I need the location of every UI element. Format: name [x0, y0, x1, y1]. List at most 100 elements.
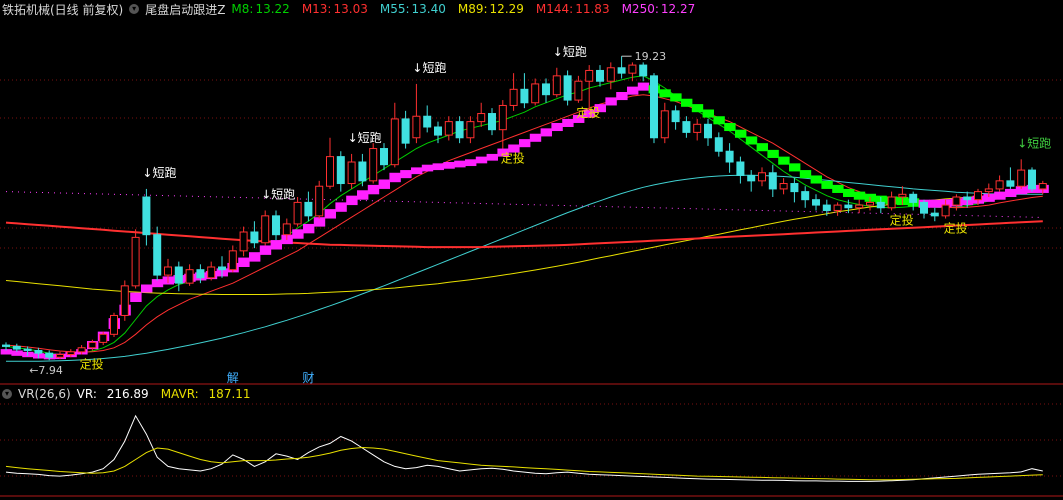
trend-block: [249, 252, 261, 262]
trend-block: [259, 245, 272, 255]
trend-block: [378, 179, 390, 189]
trend-block: [799, 170, 812, 179]
candle-down: [34, 349, 43, 354]
candle-down: [930, 212, 939, 217]
candle-up: [164, 266, 172, 276]
candle-up: [833, 204, 842, 211]
candle-down: [434, 126, 442, 136]
candle-up: [120, 285, 129, 316]
candle-down: [650, 75, 658, 139]
trend-block: [853, 191, 866, 200]
high-price-label: 19.23: [635, 50, 667, 63]
trend-block: [832, 184, 844, 193]
candle-up: [56, 354, 64, 358]
trend-block: [994, 191, 1006, 200]
candle-down: [196, 269, 205, 279]
trend-block: [778, 156, 790, 165]
trend-block: [691, 104, 704, 113]
candle-up: [866, 201, 874, 206]
candle-down: [725, 150, 734, 163]
trend-block: [303, 223, 315, 234]
candle-up: [131, 236, 140, 287]
candle-up: [574, 80, 583, 101]
candle-down: [844, 204, 853, 209]
short-run-label: ↓短跑: [412, 61, 446, 75]
candle-down: [488, 113, 496, 131]
candle-down: [542, 83, 550, 96]
candle-up: [1017, 169, 1026, 187]
candle-up: [984, 188, 993, 193]
candle-up: [110, 314, 118, 335]
candle-down: [455, 121, 464, 139]
candle-up: [606, 67, 615, 82]
candle-down: [336, 156, 345, 185]
candle-down: [142, 196, 151, 236]
candle-down: [639, 64, 648, 77]
candle-down: [250, 231, 259, 244]
candle-down: [682, 121, 691, 133]
trend-block: [724, 122, 736, 132]
event-marker: 财: [302, 371, 314, 385]
trend-block: [627, 86, 639, 95]
candle-down: [45, 352, 54, 358]
candle-up: [887, 196, 896, 209]
candle-down: [423, 115, 432, 128]
ma-line-m144: [5, 220, 1043, 249]
candle-up: [693, 123, 702, 133]
candle-up: [239, 231, 248, 252]
trend-block: [637, 82, 650, 91]
trend-block: [735, 129, 747, 138]
candle-down: [358, 161, 367, 182]
trend-block: [400, 170, 412, 179]
candle-up: [1038, 183, 1047, 190]
fixed-invest-label: 定投: [576, 105, 600, 120]
event-marker: 解: [227, 371, 239, 385]
candle-down: [2, 344, 10, 347]
candle-up: [282, 223, 291, 236]
candle-down: [596, 69, 604, 82]
candle-up: [855, 204, 864, 209]
short-run-label: ↓短跑: [1017, 136, 1051, 150]
candle-down: [909, 193, 918, 203]
trend-block: [789, 163, 801, 172]
candle-down: [963, 196, 972, 201]
candle-up: [88, 341, 97, 349]
ma-line-m13: [5, 94, 1043, 353]
fixed-invest-label: 定投: [501, 151, 525, 166]
candle-down: [520, 88, 529, 104]
candle-up: [952, 196, 961, 206]
stock-chart-window: 铁拓机械(日线 前复权) ▾ 尾盘启动跟进Z M8: 13.22 M13: 13.03…: [0, 0, 1063, 500]
trend-block: [821, 180, 833, 189]
trend-block: [745, 136, 758, 145]
trend-block: [238, 257, 250, 267]
candle-down: [304, 201, 313, 217]
candle-up: [412, 115, 421, 139]
candle-up: [974, 191, 982, 201]
trend-block: [335, 202, 347, 212]
candle-up: [660, 110, 669, 139]
candle-down: [401, 118, 410, 144]
trend-block: [551, 122, 563, 132]
candle-up: [207, 266, 216, 279]
trend-block: [465, 159, 477, 167]
candle-up: [509, 88, 518, 106]
trend-block: [659, 89, 671, 98]
candle-down: [920, 201, 928, 214]
candle-up: [326, 156, 334, 187]
candle-down: [563, 75, 572, 101]
trend-block: [141, 284, 153, 293]
price-chart[interactable]: ↓短跑↓短跑↓短跑↓短跑↓短跑↓短跑定投定投定投定投定投19.23←7.94解财: [0, 0, 1063, 500]
trend-block: [486, 153, 498, 161]
candle-down: [801, 191, 810, 201]
short-run-label: ↓短跑: [261, 187, 295, 201]
trend-block: [421, 164, 434, 172]
trend-block: [670, 93, 682, 102]
trend-block: [929, 199, 941, 208]
vr-line-mavr: [5, 446, 1043, 481]
trend-block: [324, 209, 336, 219]
candle-up: [315, 185, 324, 217]
candle-up: [390, 118, 399, 166]
trend-block: [616, 92, 628, 101]
candle-down: [153, 234, 162, 276]
candle-down: [272, 215, 280, 236]
